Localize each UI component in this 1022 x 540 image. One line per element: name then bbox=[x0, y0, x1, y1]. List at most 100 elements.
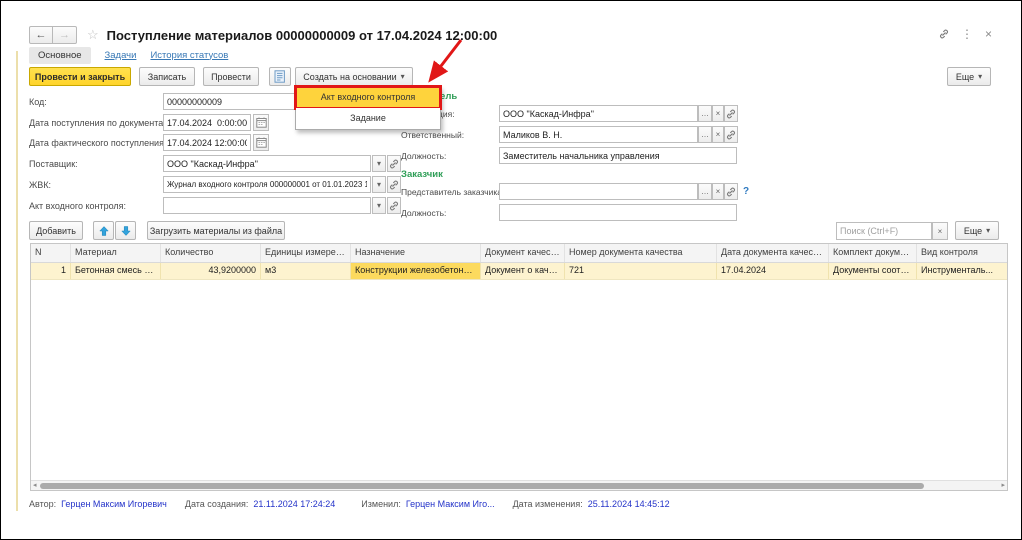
title-bar: ← → ☆ Поступление материалов 00000000009… bbox=[29, 25, 497, 45]
column-header-quality-doc-date: Дата документа качества bbox=[717, 244, 829, 262]
representative-clear-button[interactable]: × bbox=[712, 183, 724, 200]
responsible-clear-button[interactable]: × bbox=[712, 126, 724, 143]
caret-down-icon: ▾ bbox=[401, 72, 405, 81]
control-act-open-link-button[interactable] bbox=[387, 197, 401, 214]
post-and-close-button[interactable]: Провести и закрыть bbox=[29, 67, 131, 86]
position-input[interactable] bbox=[499, 147, 737, 164]
cell-quality-doc-date[interactable]: 17.04.2024 bbox=[717, 263, 829, 279]
close-icon[interactable]: × bbox=[985, 27, 992, 41]
items-more-button[interactable]: Еще ▾ bbox=[955, 221, 999, 240]
representative-choose-button[interactable]: … bbox=[698, 183, 712, 200]
horizontal-scrollbar[interactable]: ◂ ▸ bbox=[31, 480, 1007, 490]
cell-doc-set[interactable]: Документы соответст... bbox=[829, 263, 917, 279]
post-and-close-label: Провести и закрыть bbox=[35, 72, 125, 82]
column-header-quality-doc-number: Номер документа качества bbox=[565, 244, 717, 262]
responsible-label: Ответственный: bbox=[401, 130, 464, 140]
write-button[interactable]: Записать bbox=[139, 67, 195, 86]
form-more-button[interactable]: Еще ▾ bbox=[947, 67, 991, 86]
post-button[interactable]: Провести bbox=[203, 67, 259, 86]
more-vertical-icon[interactable]: ⋮ bbox=[961, 27, 973, 41]
move-down-button[interactable] bbox=[115, 221, 136, 240]
calendar-button[interactable] bbox=[253, 114, 269, 131]
items-table: N Материал Количество Единицы измерения … bbox=[30, 243, 1008, 491]
move-up-button[interactable] bbox=[93, 221, 114, 240]
code-label: Код: bbox=[29, 97, 47, 107]
table-header-row: N Материал Количество Единицы измерения … bbox=[31, 244, 1007, 263]
control-act-input[interactable] bbox=[163, 197, 371, 214]
modified-date-label: Дата изменения: bbox=[513, 499, 583, 509]
responsible-input[interactable] bbox=[499, 126, 698, 143]
cell-quantity[interactable]: 43,9200000 bbox=[161, 263, 261, 279]
tab-main[interactable]: Основное bbox=[29, 47, 91, 64]
cell-purpose-selected[interactable]: Конструкции железобетонные bbox=[351, 263, 481, 279]
organization-open-link-button[interactable] bbox=[724, 105, 738, 122]
add-row-button[interactable]: Добавить bbox=[29, 221, 83, 240]
arrow-up-icon bbox=[99, 226, 109, 236]
forward-button[interactable]: → bbox=[53, 26, 77, 44]
cell-n[interactable]: 1 bbox=[31, 263, 71, 279]
calendar-icon bbox=[256, 137, 267, 148]
modified-by-link[interactable]: Герцен Максим Иго... bbox=[406, 499, 495, 509]
column-header-doc-set: Комплект документов... bbox=[829, 244, 917, 262]
zhvk-dropdown-button[interactable]: ▾ bbox=[372, 176, 386, 193]
organization-clear-button[interactable]: × bbox=[712, 105, 724, 122]
table-row[interactable]: 1 Бетонная смесь В3... 43,9200000 м3 Кон… bbox=[31, 263, 1007, 280]
organization-choose-button[interactable]: … bbox=[698, 105, 712, 122]
column-header-n: N bbox=[31, 244, 71, 262]
cell-quality-doc-number[interactable]: 721 bbox=[565, 263, 717, 279]
representative-open-link-button[interactable] bbox=[724, 183, 738, 200]
customer-position-input[interactable] bbox=[499, 204, 737, 221]
column-header-purpose: Назначение bbox=[351, 244, 481, 262]
cell-unit[interactable]: м3 bbox=[261, 263, 351, 279]
modified-by-label: Изменил: bbox=[361, 499, 401, 509]
control-act-label: Акт входного контроля: bbox=[29, 201, 126, 211]
calendar-button[interactable] bbox=[253, 134, 269, 151]
back-button[interactable]: ← bbox=[29, 26, 53, 44]
create-based-on-button[interactable]: Создать на основании ▾ bbox=[295, 67, 413, 86]
author-label: Автор: bbox=[29, 499, 56, 509]
actual-date-input[interactable] bbox=[163, 134, 251, 151]
zhvk-open-link-button[interactable] bbox=[387, 176, 401, 193]
subordination-structure-button[interactable] bbox=[269, 67, 291, 86]
search-input[interactable] bbox=[836, 222, 932, 240]
zhvk-label: ЖВК: bbox=[29, 180, 51, 190]
cell-control-type[interactable]: Инструменталь... bbox=[917, 263, 1007, 279]
get-link-icon[interactable] bbox=[939, 29, 949, 39]
caret-down-icon: ▾ bbox=[978, 72, 982, 81]
cell-material[interactable]: Бетонная смесь В3... bbox=[71, 263, 161, 279]
column-header-material: Материал bbox=[71, 244, 161, 262]
zhvk-input[interactable] bbox=[163, 176, 371, 193]
customer-representative-input[interactable] bbox=[499, 183, 698, 200]
author-link[interactable]: Герцен Максим Игоревич bbox=[61, 499, 167, 509]
organization-input[interactable] bbox=[499, 105, 698, 122]
doc-date-input[interactable] bbox=[163, 114, 251, 131]
menu-item-incoming-control-act[interactable]: Акт входного контроля bbox=[296, 87, 440, 108]
favorite-star-icon[interactable]: ☆ bbox=[87, 27, 99, 43]
items-more-label: Еще bbox=[964, 226, 982, 236]
add-row-label: Добавить bbox=[36, 226, 76, 236]
supplier-open-link-button[interactable] bbox=[387, 155, 401, 172]
responsible-open-link-button[interactable] bbox=[724, 126, 738, 143]
tab-tasks[interactable]: Задачи bbox=[105, 50, 137, 61]
supplier-input[interactable] bbox=[163, 155, 371, 172]
cell-quality-doc[interactable]: Документ о качест... bbox=[481, 263, 565, 279]
form-tabs: Основное Задачи История статусов bbox=[29, 46, 228, 64]
scrollbar-thumb[interactable] bbox=[40, 483, 924, 489]
control-act-dropdown-button[interactable]: ▾ bbox=[372, 197, 386, 214]
clear-search-button[interactable]: × bbox=[932, 222, 948, 240]
link-icon bbox=[726, 130, 736, 140]
document-list-icon bbox=[274, 70, 286, 83]
scroll-right-icon[interactable]: ▸ bbox=[1001, 481, 1005, 490]
menu-item-incoming-control-act-label: Акт входного контроля bbox=[321, 92, 416, 102]
supplier-dropdown-button[interactable]: ▾ bbox=[372, 155, 386, 172]
load-from-file-label: Загрузить материалы из файла bbox=[150, 226, 282, 236]
form-left-divider bbox=[16, 51, 18, 511]
document-footer: Автор: Герцен Максим Игоревич Дата созда… bbox=[29, 499, 670, 509]
help-icon[interactable]: ? bbox=[743, 186, 749, 197]
load-from-file-button[interactable]: Загрузить материалы из файла bbox=[147, 221, 285, 240]
scroll-left-icon[interactable]: ◂ bbox=[33, 481, 37, 490]
link-icon bbox=[389, 201, 399, 211]
tab-status-history[interactable]: История статусов bbox=[150, 50, 228, 61]
menu-item-task[interactable]: Задание bbox=[296, 108, 440, 129]
responsible-choose-button[interactable]: … bbox=[698, 126, 712, 143]
